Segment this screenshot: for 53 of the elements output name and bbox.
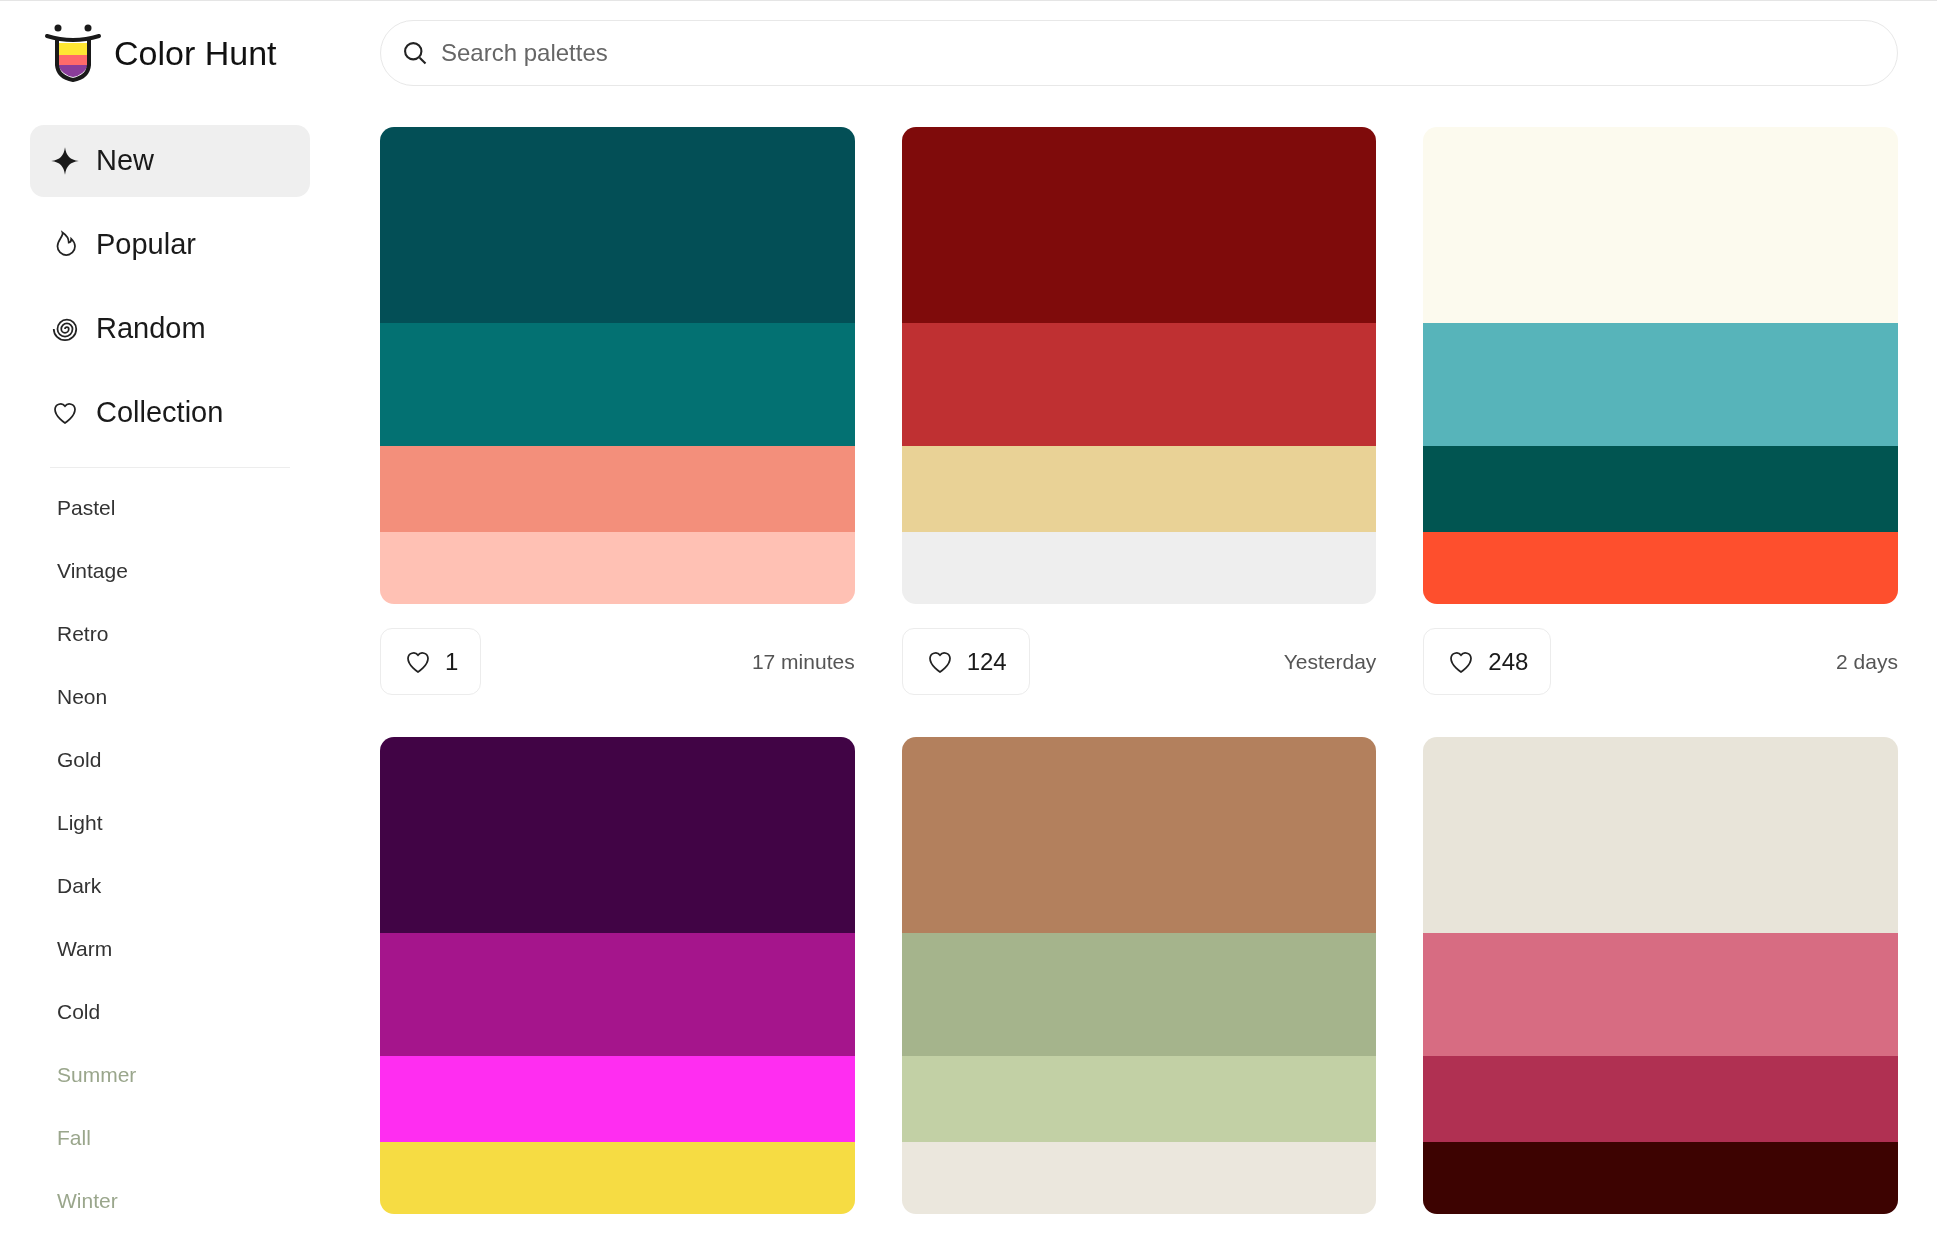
color-swatch[interactable]: [380, 933, 855, 1056]
tag-link[interactable]: Retro: [30, 602, 310, 665]
color-swatch[interactable]: [380, 323, 855, 446]
color-swatch[interactable]: [380, 737, 855, 933]
logo-icon: [44, 23, 102, 83]
nav-item[interactable]: Random: [30, 293, 310, 365]
color-swatch[interactable]: [1423, 323, 1898, 446]
color-swatch[interactable]: [380, 532, 855, 604]
color-swatch[interactable]: [901, 1056, 1377, 1142]
color-swatch[interactable]: [380, 1056, 855, 1142]
palette-card[interactable]: [380, 737, 855, 1214]
search-input[interactable]: Search palettes: [441, 35, 1877, 71]
palette-card[interactable]: [901, 127, 1377, 604]
like-button[interactable]: 1: [380, 628, 482, 695]
color-swatch[interactable]: [380, 446, 855, 532]
nav-item[interactable]: New: [30, 125, 310, 197]
nav-item[interactable]: Collection: [30, 377, 310, 449]
like-button[interactable]: 124: [901, 628, 1030, 695]
tag-link[interactable]: Dark: [30, 854, 310, 917]
tag-link[interactable]: Neon: [30, 665, 310, 728]
color-swatch[interactable]: [901, 323, 1377, 446]
posted-time: 2 days: [1836, 648, 1898, 675]
tag-link[interactable]: Warm: [30, 917, 310, 980]
color-swatch[interactable]: [1423, 1056, 1898, 1142]
palette-card[interactable]: [1423, 737, 1898, 1214]
tag-link[interactable]: Cold: [30, 980, 310, 1043]
color-swatch[interactable]: [901, 737, 1377, 933]
color-swatch[interactable]: [1423, 1142, 1898, 1214]
color-swatch[interactable]: [1423, 446, 1898, 532]
color-swatch[interactable]: [1423, 933, 1898, 1056]
palette-card[interactable]: [1423, 127, 1898, 604]
search-icon: [401, 39, 429, 67]
color-swatch[interactable]: [1423, 532, 1898, 604]
nav-item[interactable]: Popular: [30, 209, 310, 281]
tag-link[interactable]: Light: [30, 791, 310, 854]
color-swatch[interactable]: [901, 446, 1377, 532]
tag-link[interactable]: Vintage: [30, 539, 310, 602]
posted-time: 17 minutes: [751, 648, 855, 675]
color-swatch[interactable]: [380, 1142, 855, 1214]
like-button[interactable]: 248: [1423, 628, 1552, 695]
posted-time: Yesterday: [1283, 648, 1377, 675]
color-swatch[interactable]: [901, 532, 1377, 604]
brand-name[interactable]: Color Hunt: [114, 27, 277, 79]
tag-link[interactable]: Gold: [30, 728, 310, 791]
tag-link[interactable]: Pastel: [30, 476, 310, 539]
color-swatch[interactable]: [1423, 737, 1898, 933]
color-swatch[interactable]: [901, 127, 1377, 323]
palette-card[interactable]: [380, 127, 855, 604]
color-swatch[interactable]: [901, 1142, 1377, 1214]
color-swatch[interactable]: [1423, 127, 1898, 323]
color-swatch[interactable]: [380, 127, 855, 323]
sparkle-icon: [50, 146, 80, 176]
color-swatch[interactable]: [901, 933, 1377, 1056]
